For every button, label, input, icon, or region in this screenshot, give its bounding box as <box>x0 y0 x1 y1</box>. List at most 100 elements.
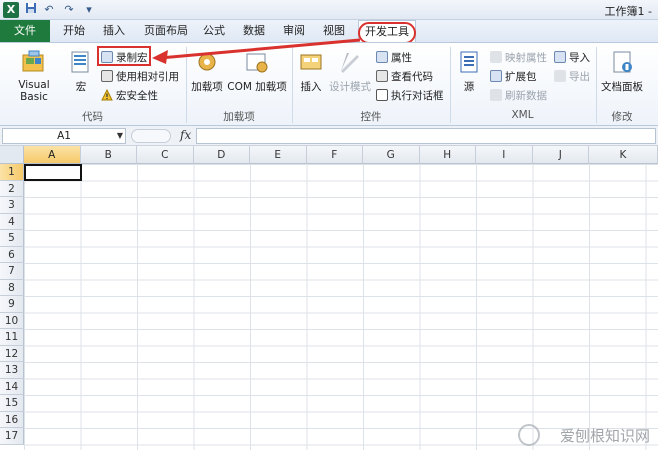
insert-control-label: 插入 <box>300 81 322 93</box>
worksheet-grid: ABCDEFGHIJK 1 2 3 4 5 6 7 8 9 10 11 12 13 14 15 16 17 <box>0 146 658 450</box>
row-header-7[interactable]: 7 <box>0 263 24 280</box>
properties-button[interactable]: 属性 <box>376 49 412 67</box>
title-bar: X ↶ ↷ ▾ 工作簿1 - <box>0 0 658 20</box>
row-header-6[interactable]: 6 <box>0 246 24 263</box>
expansion-packs-label: 扩展包 <box>505 71 537 83</box>
save-icon[interactable] <box>24 2 38 18</box>
visual-basic-label: Visual Basic <box>18 79 50 103</box>
map-properties-button[interactable]: 映射属性 <box>490 49 547 67</box>
formula-input[interactable] <box>196 128 656 144</box>
expansion-packs-button[interactable]: 扩展包 <box>490 68 537 86</box>
view-code-icon <box>376 70 388 82</box>
expansion-packs-icon <box>490 70 502 82</box>
run-dialog-button[interactable]: 执行对话框 <box>376 87 444 105</box>
macros-icon <box>68 49 94 75</box>
tab-review[interactable]: 审阅 <box>278 20 310 42</box>
controls-group-label: 控件 <box>360 111 382 123</box>
xml-source-label: 源 <box>463 81 475 93</box>
column-header-f[interactable]: F <box>306 146 363 164</box>
warning-icon <box>101 88 113 101</box>
row-header-5[interactable]: 5 <box>0 230 24 247</box>
macro-security-label: 宏安全性 <box>116 90 158 102</box>
name-box-dropdown-icon[interactable]: ▼ <box>114 128 126 144</box>
addins-button[interactable]: 加载项 <box>188 49 226 94</box>
row-header-8[interactable]: 8 <box>0 279 24 296</box>
customize-qat-icon[interactable]: ▾ <box>82 2 96 18</box>
watermark-text: 爱刨根知识网 <box>559 427 650 445</box>
row-header-12[interactable]: 12 <box>0 345 24 362</box>
cells-area[interactable] <box>24 164 658 450</box>
design-mode-button[interactable]: 设计模式 <box>328 49 372 94</box>
macro-security-button[interactable]: 宏安全性 <box>101 87 158 105</box>
view-code-button[interactable]: 查看代码 <box>376 68 433 86</box>
macros-button[interactable]: 宏 <box>68 49 94 94</box>
row-header-16[interactable]: 16 <box>0 411 24 428</box>
modify-group-label: 修改 <box>611 111 633 123</box>
column-header-i[interactable]: I <box>476 146 533 164</box>
run-dialog-icon <box>376 89 388 101</box>
column-header-h[interactable]: H <box>419 146 476 164</box>
refresh-data-label: 刷新数据 <box>505 90 547 102</box>
active-cell-a1[interactable] <box>24 164 82 181</box>
row-header-13[interactable]: 13 <box>0 362 24 379</box>
column-header-g[interactable]: G <box>363 146 420 164</box>
tab-file[interactable]: 文件 <box>0 20 50 42</box>
row-header-2[interactable]: 2 <box>0 180 24 197</box>
developer-tab-highlight <box>358 22 416 44</box>
row-header-11[interactable]: 11 <box>0 329 24 346</box>
insert-control-button[interactable]: 插入 <box>296 49 326 94</box>
tab-data[interactable]: 数据 <box>238 20 270 42</box>
row-header-17[interactable]: 17 <box>0 428 24 445</box>
export-button[interactable]: 导出 <box>554 68 590 86</box>
tab-page-layout[interactable]: 页面布局 <box>138 20 194 42</box>
com-addins-button[interactable]: COM 加载项 <box>226 49 288 94</box>
relative-refs-icon <box>101 70 113 82</box>
column-header-k[interactable]: K <box>589 146 658 164</box>
name-box[interactable]: A1 <box>2 128 126 144</box>
watermark-logo-icon <box>518 424 540 446</box>
export-label: 导出 <box>569 71 590 83</box>
document-panel-icon <box>609 49 635 75</box>
document-panel-label: 文档面板 <box>601 81 643 93</box>
column-header-b[interactable]: B <box>80 146 137 164</box>
com-addins-icon <box>244 49 270 75</box>
addins-icon <box>194 49 220 75</box>
redo-icon[interactable]: ↷ <box>62 2 76 18</box>
column-header-d[interactable]: D <box>193 146 250 164</box>
import-label: 导入 <box>569 52 590 64</box>
tab-home[interactable]: 开始 <box>56 20 92 42</box>
visual-basic-button[interactable]: Visual Basic <box>4 49 64 103</box>
relative-refs-button[interactable]: 使用相对引用 <box>101 68 179 86</box>
column-header-c[interactable]: C <box>137 146 194 164</box>
document-panel-button[interactable]: 文档面板 <box>598 49 646 94</box>
record-macro-highlight <box>97 46 151 66</box>
macros-label: 宏 <box>75 81 87 93</box>
com-addins-label: COM 加载项 <box>227 81 287 93</box>
design-mode-label: 设计模式 <box>329 81 371 93</box>
column-header-e[interactable]: E <box>250 146 307 164</box>
row-header-14[interactable]: 14 <box>0 378 24 395</box>
ribbon-tab-row: 文件 开始 插入 页面布局 公式 数据 审阅 视图 开发工具 <box>0 20 658 42</box>
row-header-1[interactable]: 1 <box>0 164 24 181</box>
import-button[interactable]: 导入 <box>554 49 590 67</box>
tab-insert[interactable]: 插入 <box>96 20 132 42</box>
row-header-9[interactable]: 9 <box>0 296 24 313</box>
tab-formulas[interactable]: 公式 <box>198 20 230 42</box>
row-header-4[interactable]: 4 <box>0 213 24 230</box>
row-header-10[interactable]: 10 <box>0 312 24 329</box>
formula-bar: A1 ▼ fx <box>0 126 658 146</box>
row-header-3[interactable]: 3 <box>0 197 24 214</box>
refresh-data-button[interactable]: 刷新数据 <box>490 87 547 105</box>
column-header-j[interactable]: J <box>532 146 589 164</box>
insert-function-icon[interactable]: fx <box>180 128 191 142</box>
xml-source-button[interactable]: 源 <box>456 49 482 94</box>
row-header-15[interactable]: 15 <box>0 395 24 412</box>
column-header-a[interactable]: A <box>24 146 81 164</box>
select-all-corner[interactable] <box>0 146 24 164</box>
window-title: 工作簿1 - <box>604 5 652 18</box>
run-dialog-label: 执行对话框 <box>391 90 444 102</box>
map-properties-icon <box>490 51 502 63</box>
addins-label: 加载项 <box>191 81 223 93</box>
tab-view[interactable]: 视图 <box>318 20 350 42</box>
undo-icon[interactable]: ↶ <box>42 2 56 18</box>
